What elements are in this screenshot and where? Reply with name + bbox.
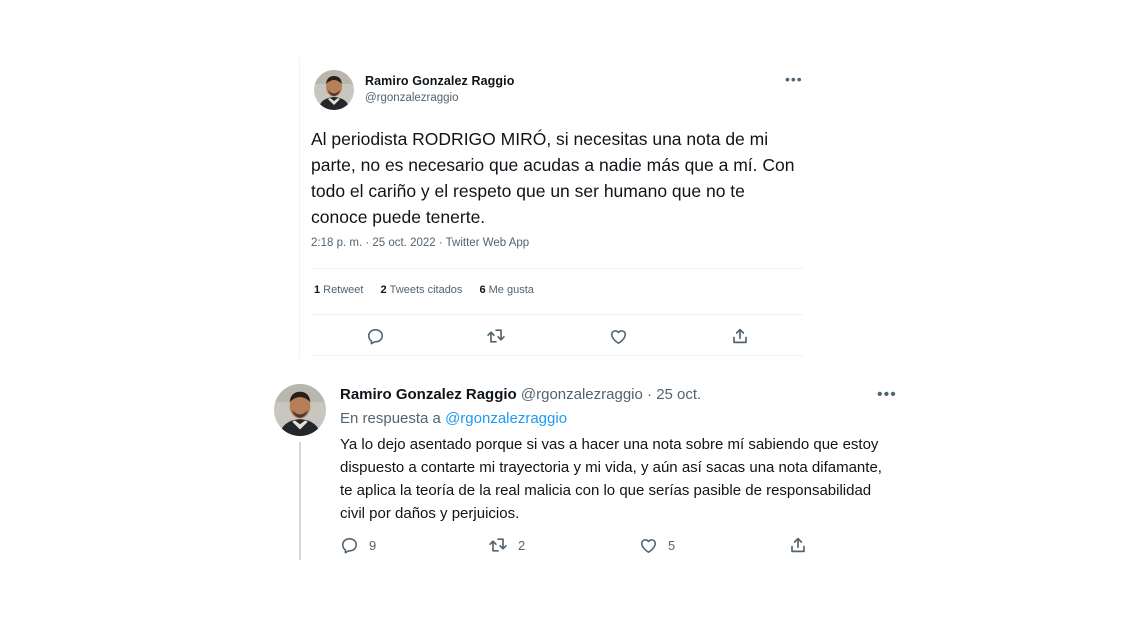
like-icon (640, 538, 657, 553)
more-options-icon[interactable]: ••• (785, 72, 803, 86)
tweet-detail: Ramiro Gonzalez Raggio @rgonzalezraggio … (299, 58, 804, 358)
reply-prefix: En respuesta a (340, 410, 441, 427)
reply-context: En respuesta a @rgonzalezraggio (340, 410, 567, 427)
more-options-icon[interactable]: ••• (877, 387, 897, 403)
tweet-text: Al periodista RODRIGO MIRÓ, si necesitas… (311, 129, 795, 227)
tweet-header: Ramiro Gonzalez Raggio @rgonzalezraggio … (340, 386, 701, 403)
thread-line (299, 442, 301, 560)
screenshot-stage: Ramiro Gonzalez Raggio @rgonzalezraggio … (0, 0, 1140, 641)
share-icon (791, 537, 805, 553)
retweets-stat[interactable]: 1 Retweet (314, 284, 363, 296)
tweet-text: Ya lo dejo asentado porque si vas a hace… (340, 436, 882, 522)
retweet-button[interactable] (486, 326, 506, 346)
like-count: 5 (668, 537, 676, 553)
author-handle[interactable]: @rgonzalezraggio (365, 92, 459, 104)
retweet-icon (489, 538, 507, 552)
quotes-label: Tweets citados (389, 284, 463, 296)
divider (311, 314, 803, 315)
reply-icon (341, 537, 358, 553)
reply-button[interactable]: 9 (340, 535, 376, 555)
author-name[interactable]: Ramiro Gonzalez Raggio (340, 386, 517, 403)
divider (311, 355, 803, 356)
share-icon (733, 328, 747, 344)
retweet-icon (487, 329, 505, 343)
reply-mention-link[interactable]: @rgonzalezraggio (445, 410, 567, 427)
share-button[interactable] (789, 535, 817, 555)
like-button[interactable]: 5 (639, 535, 675, 555)
like-button[interactable] (608, 326, 628, 346)
reply-icon (367, 328, 383, 344)
header-separator: · (647, 386, 653, 403)
tweet-date[interactable]: 25 oct. (656, 386, 701, 403)
reply-tweet: Ramiro Gonzalez Raggio @rgonzalezraggio … (270, 378, 900, 563)
retweet-count: 2 (518, 537, 526, 553)
avatar[interactable] (274, 384, 326, 436)
divider (311, 268, 803, 269)
like-icon (610, 329, 626, 344)
avatar-image (314, 70, 354, 110)
likes-stat[interactable]: 6 Me gusta (480, 284, 534, 296)
likes-count: 6 (479, 284, 486, 296)
likes-label: Me gusta (488, 284, 534, 296)
tweet-timestamp[interactable]: 2:18 p. m. · 25 oct. 2022 · Twitter Web … (311, 237, 529, 249)
retweets-label: Retweet (323, 284, 364, 296)
author-handle[interactable]: @rgonzalezraggio (521, 386, 643, 403)
reply-button[interactable] (365, 326, 385, 346)
avatar-image (274, 384, 326, 436)
retweet-button[interactable]: 2 (488, 535, 525, 555)
author-name[interactable]: Ramiro Gonzalez Raggio (365, 74, 514, 88)
avatar[interactable] (314, 70, 354, 110)
tweet-stats: 1 Retweet 2 Tweets citados 6 Me gusta (314, 284, 548, 296)
quotes-count: 2 (380, 284, 387, 296)
reply-count: 9 (369, 537, 377, 553)
share-button[interactable] (730, 326, 750, 346)
retweets-count: 1 (314, 284, 321, 296)
quotes-stat[interactable]: 2 Tweets citados (381, 284, 463, 296)
